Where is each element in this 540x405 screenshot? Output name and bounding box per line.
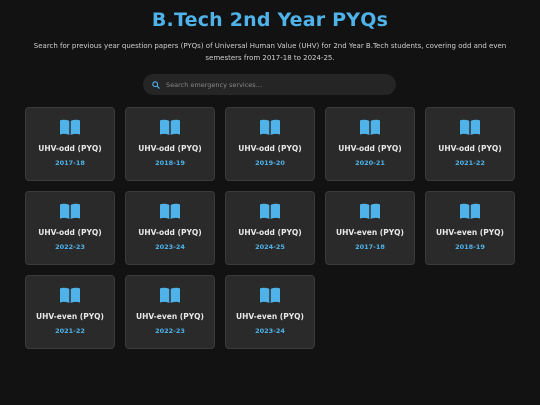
card-year: 2024-25: [255, 243, 285, 251]
card-year: 2019-20: [255, 159, 285, 167]
book-icon: [160, 203, 180, 219]
pyq-card-grid: UHV-odd (PYQ) 2017-18 UHV-odd (PYQ) 2018…: [25, 107, 515, 349]
book-icon: [160, 119, 180, 135]
card-year: 2023-24: [255, 327, 285, 335]
book-icon: [460, 119, 480, 135]
book-icon: [160, 287, 180, 303]
card-title: UHV-even (PYQ): [36, 312, 104, 321]
pyq-card[interactable]: UHV-odd (PYQ) 2021-22: [425, 107, 515, 181]
page: B.Tech 2nd Year PYQs Search for previous…: [0, 0, 540, 405]
book-icon: [60, 203, 80, 219]
card-title: UHV-odd (PYQ): [238, 144, 302, 153]
card-title: UHV-odd (PYQ): [138, 228, 202, 237]
pyq-card[interactable]: UHV-even (PYQ) 2022-23: [125, 275, 215, 349]
book-icon: [260, 203, 280, 219]
pyq-card[interactable]: UHV-odd (PYQ) 2023-24: [125, 191, 215, 265]
card-title: UHV-even (PYQ): [236, 312, 304, 321]
card-title: UHV-odd (PYQ): [138, 144, 202, 153]
book-icon: [360, 119, 380, 135]
card-title: UHV-even (PYQ): [136, 312, 204, 321]
card-year: 2018-19: [155, 159, 185, 167]
pyq-card[interactable]: UHV-odd (PYQ) 2024-25: [225, 191, 315, 265]
card-year: 2023-24: [155, 243, 185, 251]
card-year: 2017-18: [55, 159, 85, 167]
pyq-card[interactable]: UHV-odd (PYQ) 2020-21: [325, 107, 415, 181]
pyq-card[interactable]: UHV-even (PYQ) 2023-24: [225, 275, 315, 349]
card-title: UHV-even (PYQ): [336, 228, 404, 237]
pyq-card[interactable]: UHV-odd (PYQ) 2022-23: [25, 191, 115, 265]
book-icon: [460, 203, 480, 219]
card-year: 2021-22: [455, 159, 485, 167]
book-icon: [260, 119, 280, 135]
page-subtitle: Search for previous year question papers…: [33, 42, 507, 62]
card-title: UHV-odd (PYQ): [238, 228, 302, 237]
pyq-card[interactable]: UHV-even (PYQ) 2017-18: [325, 191, 415, 265]
card-year: 2018-19: [455, 243, 485, 251]
card-year: 2022-23: [155, 327, 185, 335]
card-title: UHV-odd (PYQ): [338, 144, 402, 153]
card-year: 2017-18: [355, 243, 385, 251]
search-icon: [152, 80, 160, 89]
book-icon: [360, 203, 380, 219]
pyq-card[interactable]: UHV-odd (PYQ) 2018-19: [125, 107, 215, 181]
card-title: UHV-odd (PYQ): [38, 144, 102, 153]
book-icon: [260, 287, 280, 303]
book-icon: [60, 119, 80, 135]
card-year: 2021-22: [55, 327, 85, 335]
card-title: UHV-odd (PYQ): [438, 144, 502, 153]
card-title: UHV-odd (PYQ): [38, 228, 102, 237]
card-year: 2020-21: [355, 159, 385, 167]
book-icon: [60, 287, 80, 303]
pyq-card[interactable]: UHV-odd (PYQ) 2017-18: [25, 107, 115, 181]
search-bar[interactable]: [143, 74, 396, 95]
page-title: B.Tech 2nd Year PYQs: [151, 9, 389, 31]
card-year: 2022-23: [55, 243, 85, 251]
pyq-card[interactable]: UHV-even (PYQ) 2021-22: [25, 275, 115, 349]
search-input[interactable]: [166, 80, 381, 89]
pyq-card[interactable]: UHV-odd (PYQ) 2019-20: [225, 107, 315, 181]
pyq-card[interactable]: UHV-even (PYQ) 2018-19: [425, 191, 515, 265]
card-title: UHV-even (PYQ): [436, 228, 504, 237]
